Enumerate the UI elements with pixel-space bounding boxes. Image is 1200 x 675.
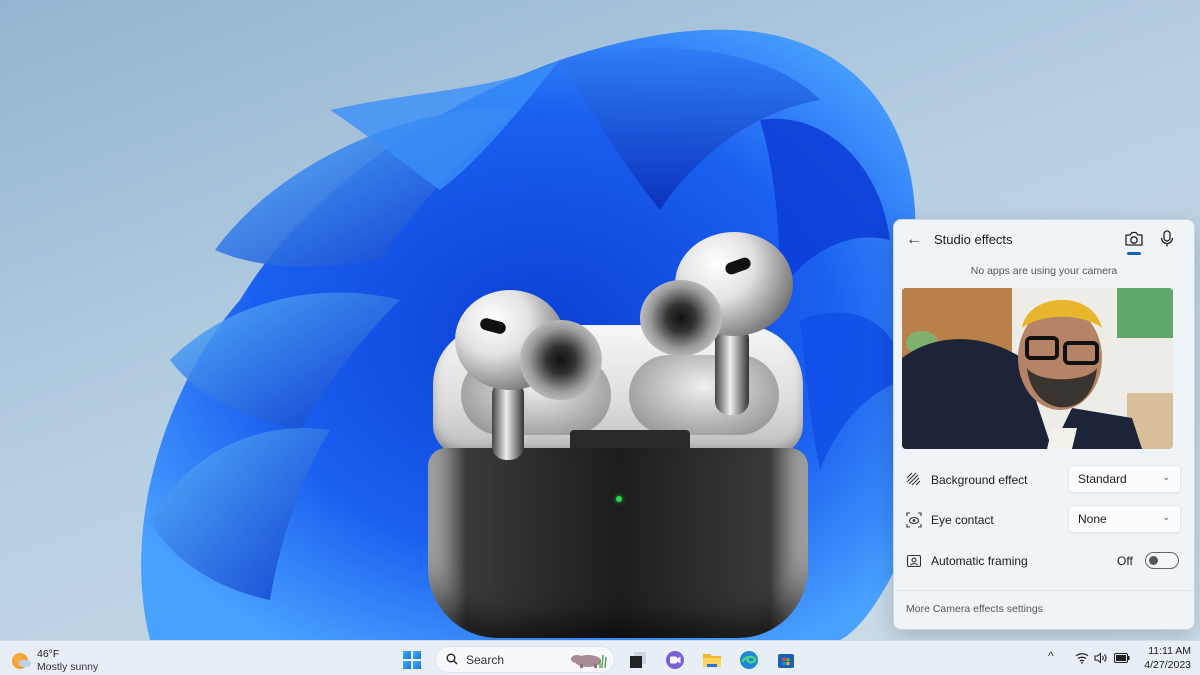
chevron-down-icon: ⌄ — [1162, 472, 1170, 482]
wifi-icon — [1075, 653, 1089, 664]
background-effect-icon — [906, 472, 921, 486]
tab-camera[interactable] — [1124, 230, 1144, 256]
eye-contact-value: None — [1078, 512, 1107, 526]
automatic-framing-label: Automatic framing — [931, 554, 1028, 568]
camera-status-text: No apps are using your camera — [970, 265, 1118, 277]
windows-logo-icon — [403, 651, 412, 660]
eye-contact-dropdown[interactable]: None ⌄ — [1068, 505, 1181, 533]
panel-header: ← Studio effects — [894, 220, 1194, 260]
more-camera-effects-link[interactable]: More Camera effects settings — [906, 603, 1043, 615]
start-button[interactable] — [403, 651, 421, 669]
automatic-framing-toggle[interactable] — [1145, 552, 1179, 569]
studio-effects-panel: ← Studio effects No apps are using your … — [893, 219, 1195, 630]
taskbar-clock[interactable]: 11:11 AM 4/27/2023 — [1143, 644, 1191, 672]
left-earbud — [450, 290, 610, 460]
toggle-knob — [1149, 556, 1158, 565]
background-effect-dropdown[interactable]: Standard ⌄ — [1068, 465, 1181, 493]
file-explorer-icon[interactable] — [701, 649, 723, 671]
background-effect-value: Standard — [1078, 472, 1127, 486]
selected-tab-indicator — [1127, 252, 1141, 255]
clock-time: 11:11 AM — [1148, 645, 1191, 657]
search-highlight-hippo-icon — [571, 654, 607, 669]
task-view-icon[interactable] — [627, 649, 649, 671]
setting-row-eye-contact: Eye contact None ⌄ — [894, 502, 1194, 538]
setting-row-background-effect: Background effect Standard ⌄ — [894, 462, 1194, 498]
weather-condition: Mostly sunny — [37, 661, 99, 673]
teams-chat-icon[interactable] — [664, 649, 686, 671]
search-icon — [446, 653, 458, 665]
quick-settings-button[interactable] — [1070, 645, 1130, 671]
back-arrow-icon: ← — [906, 231, 922, 248]
panel-divider — [894, 590, 1194, 591]
microsoft-store-icon[interactable] — [775, 649, 797, 671]
airpods-case — [428, 448, 808, 638]
taskbar: 46°F Mostly sunny Search ^ 11:11 AM 4/27… — [0, 640, 1200, 675]
setting-row-automatic-framing: Automatic framing Off — [894, 543, 1194, 579]
microphone-icon — [1160, 230, 1174, 247]
eye-contact-label: Eye contact — [931, 513, 994, 527]
right-earbud — [635, 230, 795, 420]
taskbar-search-box[interactable]: Search — [435, 646, 615, 673]
framing-icon — [906, 554, 922, 568]
airpods-pro-image — [425, 230, 815, 640]
automatic-framing-state: Off — [1117, 554, 1133, 568]
camera-preview — [902, 288, 1173, 449]
battery-icon — [1114, 653, 1130, 663]
show-hidden-icons-chevron[interactable]: ^ — [1048, 649, 1054, 663]
camera-preview-image — [902, 288, 1173, 449]
tab-microphone[interactable] — [1160, 230, 1176, 250]
weather-temperature: 46°F — [37, 648, 60, 660]
camera-icon — [1125, 231, 1143, 246]
eye-contact-icon — [906, 512, 922, 528]
clock-date: 4/27/2023 — [1144, 659, 1191, 671]
status-led — [616, 496, 622, 502]
volume-icon — [1094, 652, 1107, 664]
search-placeholder: Search — [466, 653, 505, 667]
edge-browser-icon[interactable] — [738, 649, 760, 671]
chevron-down-icon: ⌄ — [1162, 512, 1170, 522]
background-effect-label: Background effect — [931, 473, 1028, 487]
panel-title: Studio effects — [934, 232, 1013, 247]
weather-cloud-icon — [19, 660, 31, 667]
back-button[interactable]: ← — [906, 231, 924, 249]
